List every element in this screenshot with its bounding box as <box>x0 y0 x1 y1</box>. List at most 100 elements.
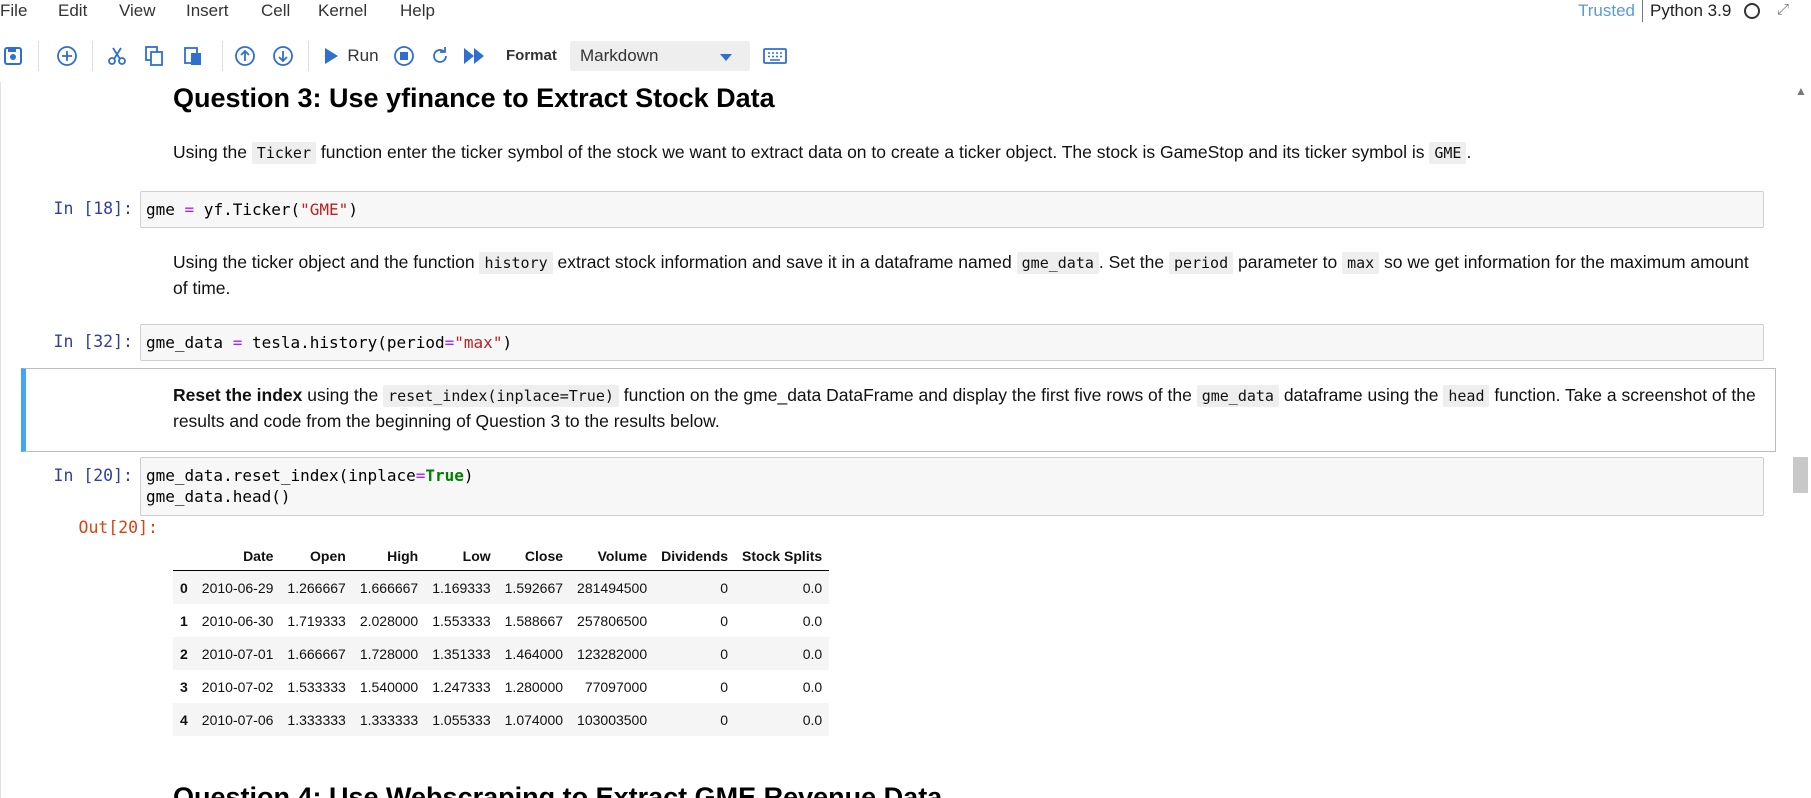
vertical-scrollbar[interactable]: ▲ <box>1790 82 1811 798</box>
markdown-cell-selected[interactable]: Reset the index using the reset_index(in… <box>173 383 1763 434</box>
kernel-idle-icon <box>1744 3 1760 19</box>
column-header: Low <box>425 542 498 571</box>
restart-kernel-button[interactable] <box>428 36 452 76</box>
paste-button[interactable] <box>180 36 206 76</box>
menu-view[interactable]: View <box>119 0 156 22</box>
notebook-area[interactable]: Question 3: Use yfinance to Extract Stoc… <box>0 82 1791 798</box>
table-cell: 257806500 <box>577 612 648 629</box>
cell-type-select[interactable]: Markdown <box>570 41 750 71</box>
toolbar-divider <box>92 41 93 71</box>
run-button[interactable]: Run <box>320 36 382 76</box>
table-row: 4 2010-07-06 1.333333 1.333333 1.055333 … <box>173 703 830 736</box>
markdown-cell[interactable]: Using the Ticker function enter the tick… <box>173 140 1763 166</box>
menu-help[interactable]: Help <box>400 0 435 22</box>
table-cell: 1.351333 <box>432 645 491 662</box>
code-cell-18[interactable]: gme = yf.Ticker("GME") <box>140 191 1764 228</box>
md-bold: Reset the index <box>173 385 303 405</box>
table-cell: 1.333333 <box>287 711 346 728</box>
play-icon <box>323 47 339 65</box>
table-row: 0 2010-06-29 1.266667 1.666667 1.169333 … <box>173 570 830 604</box>
inline-code: reset_index(inplace=True) <box>383 385 619 407</box>
table-cell: 1.280000 <box>504 678 564 695</box>
move-down-button[interactable] <box>270 36 296 76</box>
input-prompt: In [32]: <box>53 332 133 351</box>
inline-code: Ticker <box>251 142 316 164</box>
restart-run-all-button[interactable] <box>460 36 488 76</box>
scissors-icon <box>106 45 128 67</box>
format-label: Format <box>506 47 557 64</box>
save-icon <box>3 46 23 66</box>
row-index: 2 <box>180 645 188 662</box>
menubar: File Edit View Insert Cell Kernel Help T… <box>0 0 1811 24</box>
md-text: dataframe using the <box>1278 385 1444 405</box>
table-cell: 1.333333 <box>359 711 419 728</box>
table-cell: 0.0 <box>802 678 823 695</box>
column-header: Date <box>194 542 281 571</box>
scrollbar-thumb[interactable] <box>1793 457 1808 493</box>
insert-cell-button[interactable] <box>52 36 82 76</box>
md-text: . <box>1466 142 1472 162</box>
column-header: High <box>352 542 426 571</box>
chevron-down-icon <box>720 54 732 61</box>
input-prompt: In [20]: <box>53 466 133 485</box>
save-button[interactable] <box>0 36 26 76</box>
code-line: gme_data.reset_index(inplace=True) <box>146 466 474 485</box>
table-cell: 2010-07-02 <box>201 678 274 695</box>
input-prompt: In [18]: <box>53 199 133 218</box>
column-header: Dividends <box>654 542 736 571</box>
table-cell: 1.074000 <box>504 711 564 728</box>
scroll-up-icon[interactable]: ▲ <box>1795 84 1807 98</box>
table-row: 3 2010-07-02 1.533333 1.540000 1.247333 … <box>173 670 829 703</box>
toolbar-divider <box>38 41 39 71</box>
cell-type-value: Markdown <box>580 46 659 65</box>
inline-code: max <box>1342 252 1380 274</box>
command-palette-button[interactable] <box>760 36 790 76</box>
table-cell: 281494500 <box>577 579 648 596</box>
interrupt-kernel-button[interactable] <box>392 36 416 76</box>
row-index: 1 <box>180 612 188 629</box>
row-index: 3 <box>180 678 188 695</box>
md-text: function enter the ticker symbol of the … <box>315 142 1430 162</box>
code-line: gme_data = tesla.history(period="max") <box>146 333 513 352</box>
table-cell: 2010-07-06 <box>201 711 274 728</box>
code-cell-20[interactable]: gme_data.reset_index(inplace=True) gme_d… <box>140 457 1764 516</box>
menu-kernel[interactable]: Kernel <box>318 0 367 22</box>
menu-file[interactable]: File <box>0 0 27 22</box>
dataframe-output: Date Open High Low Close Volume Dividend… <box>173 542 830 736</box>
row-index: 0 <box>180 579 188 596</box>
paste-icon <box>183 45 203 67</box>
table-cell: 1.666667 <box>287 645 346 662</box>
menu-insert[interactable]: Insert <box>186 0 229 22</box>
code-line: gme = yf.Ticker("GME") <box>146 200 358 219</box>
trusted-indicator[interactable]: Trusted <box>1578 0 1644 22</box>
column-header: Open <box>280 542 353 571</box>
move-up-button[interactable] <box>232 36 258 76</box>
copy-button[interactable] <box>141 36 167 76</box>
md-text: using the <box>302 385 384 405</box>
run-label: Run <box>347 46 379 65</box>
column-header: Volume <box>570 542 655 571</box>
menu-cell[interactable]: Cell <box>261 0 290 22</box>
table-cell: 2010-06-30 <box>201 612 274 629</box>
fullscreen-icon[interactable]: ⤢ <box>1777 0 1789 20</box>
table-cell: 1.055333 <box>432 711 491 728</box>
copy-icon <box>144 45 164 67</box>
kernel-name[interactable]: Python 3.9 <box>1650 0 1731 22</box>
table-cell: 2.028000 <box>359 612 419 629</box>
table-cell: 0.0 <box>802 612 823 629</box>
cut-button[interactable] <box>104 36 130 76</box>
code-cell-32[interactable]: gme_data = tesla.history(period="max") <box>140 324 1764 361</box>
table-cell: 1.666667 <box>359 579 419 596</box>
table-cell: 0.0 <box>802 711 823 728</box>
toolbar: Run Format Markdown <box>0 36 1811 80</box>
restart-icon <box>429 45 451 67</box>
table-row: 2 2010-07-01 1.666667 1.728000 1.351333 … <box>173 637 830 670</box>
md-text: Using the ticker object and the function <box>173 252 480 272</box>
menu-edit[interactable]: Edit <box>58 0 87 22</box>
inline-code: history <box>479 252 553 274</box>
markdown-cell[interactable]: Using the ticker object and the function… <box>173 250 1763 301</box>
table-cell: 0 <box>720 645 729 662</box>
stop-circle-icon <box>393 45 415 67</box>
table-cell: 103003500 <box>577 711 648 728</box>
table-cell: 1.533333 <box>287 678 346 695</box>
